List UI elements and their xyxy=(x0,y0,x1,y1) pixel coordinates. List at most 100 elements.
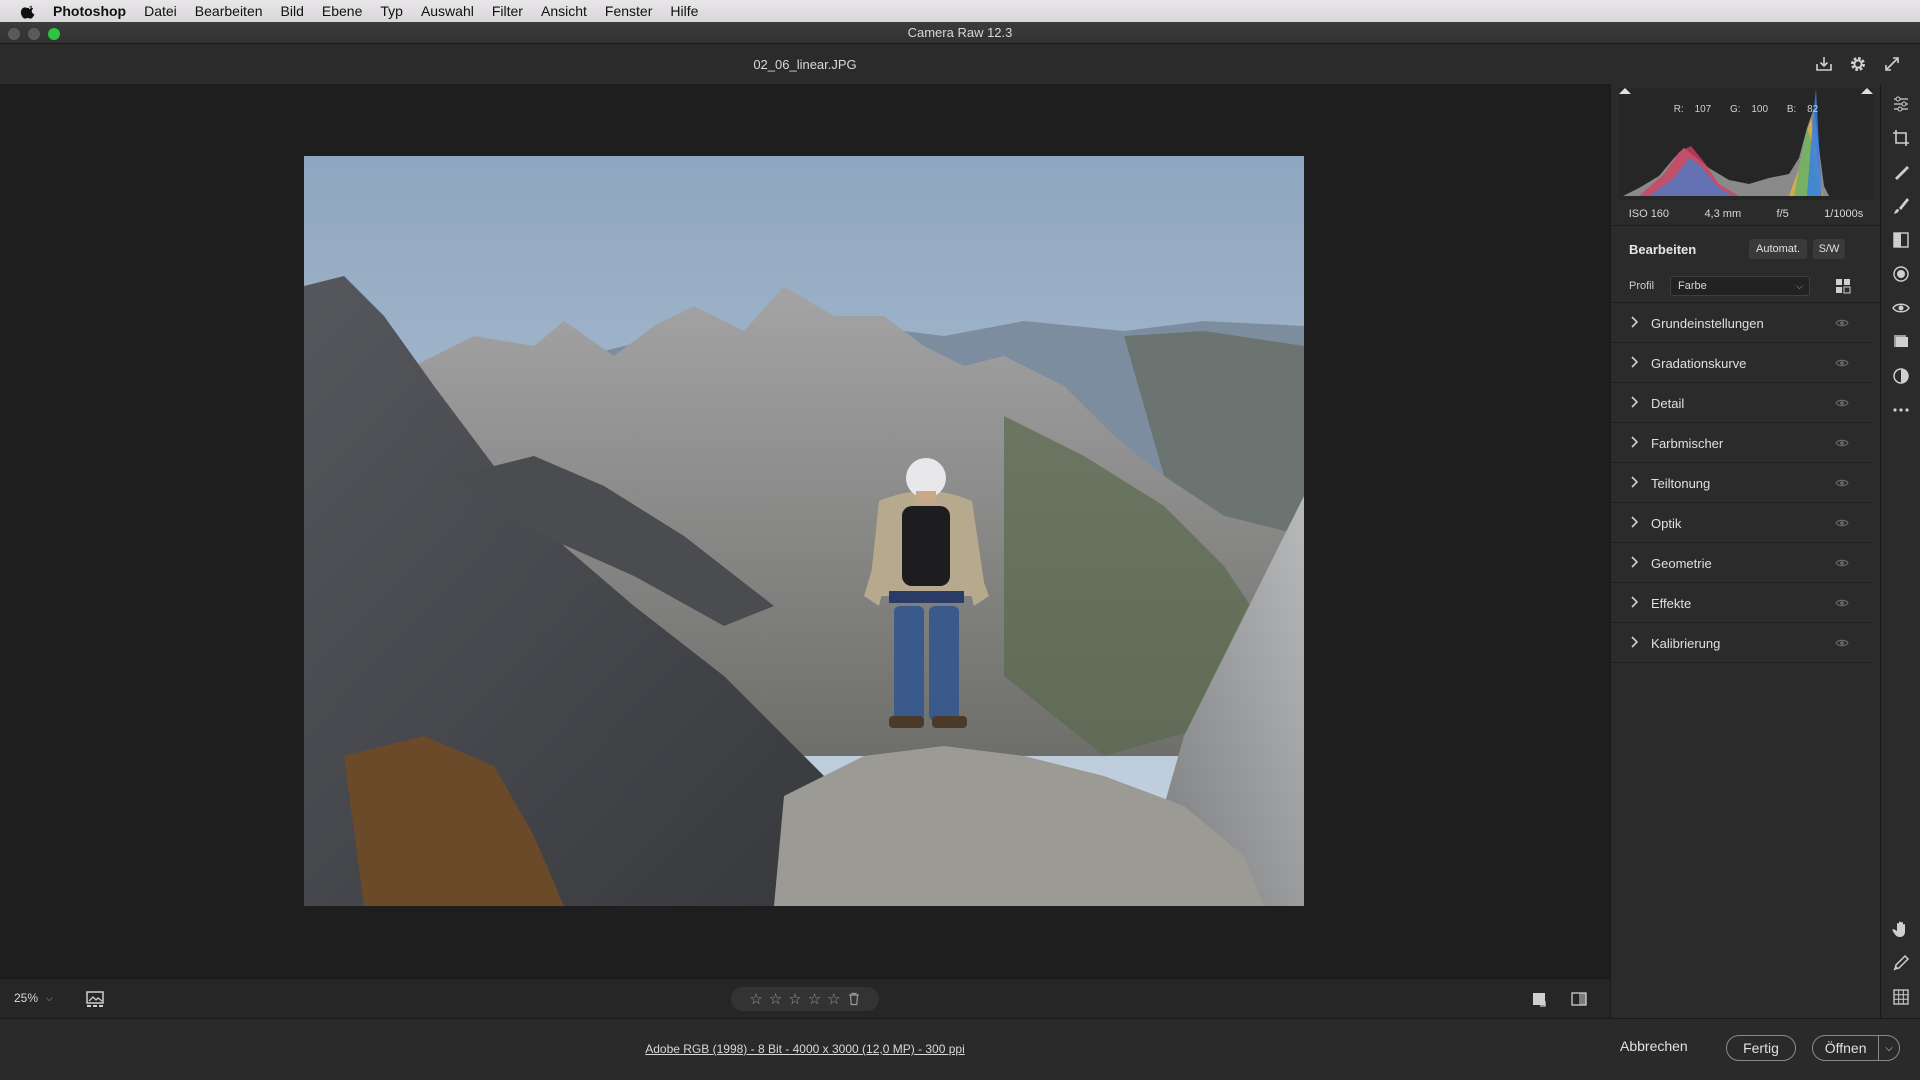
fullscreen-icon[interactable] xyxy=(1882,54,1902,74)
footer-bar: Adobe RGB (1998) - 8 Bit - 4000 x 3000 (… xyxy=(0,1018,1920,1080)
edit-title: Bearbeiten xyxy=(1629,242,1697,257)
radial-filter-icon[interactable] xyxy=(1891,264,1911,284)
chevron-right-icon xyxy=(1631,556,1639,568)
profile-row: Profil Farbe ⌵ xyxy=(1611,269,1881,303)
section-kalibrierung[interactable]: Kalibrierung xyxy=(1611,623,1873,663)
menu-ansicht[interactable]: Ansicht xyxy=(541,3,587,19)
profile-select[interactable]: Farbe ⌵ xyxy=(1670,276,1810,296)
chevron-right-icon xyxy=(1631,516,1639,528)
eye-icon[interactable] xyxy=(1835,637,1849,649)
section-geometrie[interactable]: Geometrie xyxy=(1611,543,1873,583)
tool-strip xyxy=(1880,84,1920,1018)
zoom-window-button[interactable] xyxy=(48,28,60,40)
menu-datei[interactable]: Datei xyxy=(144,3,177,19)
star-icon[interactable]: ☆ xyxy=(827,990,840,1008)
star-icon[interactable]: ☆ xyxy=(808,990,821,1008)
color-sampler-icon[interactable] xyxy=(1891,953,1911,973)
edit-sliders-icon[interactable] xyxy=(1891,94,1911,114)
section-farbmischer[interactable]: Farbmischer xyxy=(1611,423,1873,463)
filmstrip-icon[interactable] xyxy=(84,989,108,1009)
zoom-level-select[interactable]: 25% ⌵ xyxy=(14,991,53,1005)
menu-hilfe[interactable]: Hilfe xyxy=(670,3,698,19)
crop-icon[interactable] xyxy=(1891,128,1911,148)
eye-icon[interactable] xyxy=(1835,477,1849,489)
edit-header: Bearbeiten Automat. S/W xyxy=(1611,229,1881,269)
cancel-button[interactable]: Abbrechen xyxy=(1620,1038,1688,1054)
profile-browser-icon[interactable] xyxy=(1835,278,1851,294)
chevron-right-icon xyxy=(1631,636,1639,648)
red-eye-icon[interactable] xyxy=(1891,298,1911,318)
chevron-right-icon xyxy=(1631,396,1639,408)
graduated-filter-icon[interactable] xyxy=(1891,230,1911,250)
section-detail[interactable]: Detail xyxy=(1611,383,1873,423)
workflow-options-link[interactable]: Adobe RGB (1998) - 8 Bit - 4000 x 3000 (… xyxy=(0,1042,1610,1056)
eye-icon[interactable] xyxy=(1835,317,1849,329)
open-button-label: Öffnen xyxy=(1824,1040,1867,1056)
chevron-down-icon[interactable]: ⌵ xyxy=(1879,1043,1899,1054)
zoom-level-value: 25% xyxy=(14,991,39,1005)
chevron-right-icon xyxy=(1631,436,1639,448)
preview-image[interactable] xyxy=(304,156,1304,906)
menu-ebene[interactable]: Ebene xyxy=(322,3,362,19)
before-after-view-icon[interactable] xyxy=(1570,991,1588,1007)
black-white-button[interactable]: S/W xyxy=(1813,239,1845,259)
star-icon[interactable]: ☆ xyxy=(749,990,762,1008)
gear-icon[interactable] xyxy=(1848,54,1868,74)
menu-auswahl[interactable]: Auswahl xyxy=(421,3,474,19)
single-view-icon[interactable] xyxy=(1531,991,1549,1007)
image-canvas[interactable] xyxy=(0,84,1610,978)
hand-icon[interactable] xyxy=(1891,919,1911,939)
section-optik[interactable]: Optik xyxy=(1611,503,1873,543)
minimize-window-button[interactable] xyxy=(28,28,40,40)
eye-icon[interactable] xyxy=(1835,557,1849,569)
healing-brush-icon[interactable] xyxy=(1891,162,1911,182)
mac-menubar: Photoshop Datei Bearbeiten Bild Ebene Ty… xyxy=(0,0,1920,22)
chevron-down-icon: ⌵ xyxy=(1796,281,1803,291)
exif-iso: ISO 160 xyxy=(1628,207,1670,220)
section-label: Optik xyxy=(1651,516,1682,531)
histogram: R: 107 G: 100 B: 82 xyxy=(1619,88,1873,200)
section-label: Effekte xyxy=(1651,596,1692,611)
menu-app[interactable]: Photoshop xyxy=(53,3,126,19)
grid-overlay-icon[interactable] xyxy=(1891,987,1911,1007)
save-image-icon[interactable] xyxy=(1814,54,1834,74)
auto-button[interactable]: Automat. xyxy=(1749,239,1807,259)
file-name: 02_06_linear.JPG xyxy=(753,56,857,72)
bottom-toolbar: 25% ⌵ ☆ ☆ ☆ ☆ ☆ xyxy=(0,978,1610,1018)
eye-icon[interactable] xyxy=(1835,397,1849,409)
more-icon[interactable] xyxy=(1891,400,1911,420)
highlight-clipping-icon[interactable] xyxy=(1861,88,1873,94)
star-icon[interactable]: ☆ xyxy=(788,990,801,1008)
close-window-button[interactable] xyxy=(8,28,20,40)
menu-bild[interactable]: Bild xyxy=(281,3,304,19)
section-grundeinstellungen[interactable]: Grundeinstellungen xyxy=(1611,303,1873,343)
eye-icon[interactable] xyxy=(1835,357,1849,369)
section-teiltonung[interactable]: Teiltonung xyxy=(1611,463,1873,503)
trash-icon[interactable] xyxy=(847,992,861,1006)
menu-filter[interactable]: Filter xyxy=(492,3,523,19)
profile-value: Farbe xyxy=(1678,280,1707,292)
star-icon[interactable]: ☆ xyxy=(769,990,782,1008)
shadow-clipping-icon[interactable] xyxy=(1619,88,1631,94)
eye-icon[interactable] xyxy=(1835,437,1849,449)
section-label: Gradationskurve xyxy=(1651,356,1747,371)
presets-icon[interactable] xyxy=(1891,366,1911,386)
adjustment-brush-icon[interactable] xyxy=(1891,196,1911,216)
snapshots-icon[interactable] xyxy=(1891,332,1911,352)
eye-icon[interactable] xyxy=(1835,597,1849,609)
done-button[interactable]: Fertig xyxy=(1726,1035,1796,1061)
menu-fenster[interactable]: Fenster xyxy=(605,3,652,19)
chevron-right-icon xyxy=(1631,476,1639,488)
apple-icon[interactable] xyxy=(19,3,39,19)
section-effekte[interactable]: Effekte xyxy=(1611,583,1873,623)
section-label: Geometrie xyxy=(1651,556,1712,571)
exif-aperture: f/5 xyxy=(1776,207,1789,220)
eye-icon[interactable] xyxy=(1835,517,1849,529)
profile-label: Profil xyxy=(1629,280,1655,292)
section-gradationskurve[interactable]: Gradationskurve xyxy=(1611,343,1873,383)
menu-bearbeiten[interactable]: Bearbeiten xyxy=(195,3,263,19)
open-button[interactable]: Öffnen ⌵ xyxy=(1812,1035,1900,1061)
menu-typ[interactable]: Typ xyxy=(380,3,403,19)
file-header: 02_06_linear.JPG xyxy=(0,44,1920,84)
chevron-right-icon xyxy=(1631,316,1639,328)
